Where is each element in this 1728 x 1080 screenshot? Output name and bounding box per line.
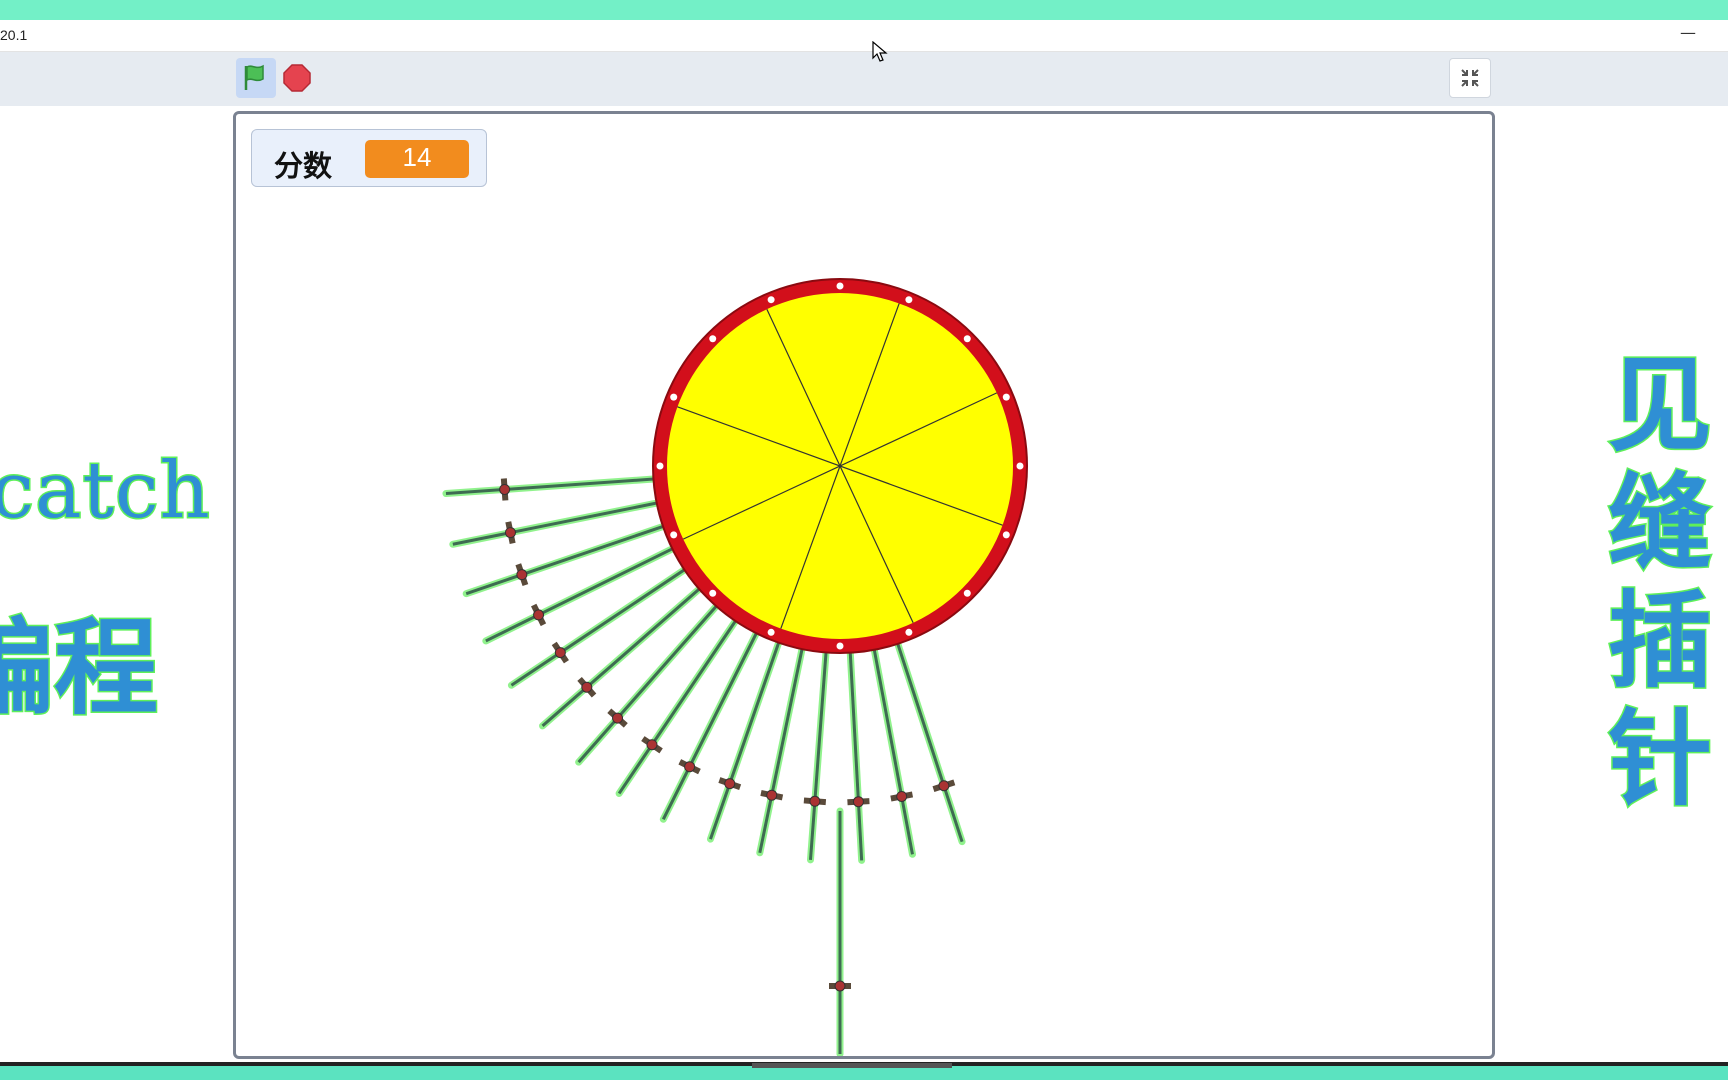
- rim-stud: [905, 628, 913, 636]
- ready-sword: [829, 807, 851, 1056]
- rim-stud: [836, 642, 844, 650]
- exit-fullscreen-button[interactable]: [1449, 58, 1491, 98]
- rim-stud: [767, 296, 775, 304]
- window-titlebar: 20.1 —: [0, 20, 1728, 52]
- rim-stud: [670, 531, 678, 539]
- rim-stud: [963, 589, 971, 597]
- overlay-programming-text: 编程: [0, 606, 160, 731]
- rim-stud: [767, 628, 775, 636]
- minimize-button[interactable]: —: [1678, 25, 1698, 46]
- rim-stud: [905, 296, 913, 304]
- horizontal-scrollbar[interactable]: [752, 1063, 952, 1068]
- rim-stud: [656, 462, 664, 470]
- rim-stud: [1016, 462, 1024, 470]
- rim-stud: [1002, 531, 1010, 539]
- stage-canvas[interactable]: 分数 14: [233, 111, 1495, 1059]
- stop-button[interactable]: [283, 64, 311, 92]
- stuck-sword: [803, 646, 830, 864]
- shrink-arrows-icon: [1461, 69, 1479, 87]
- score-label: 分数: [274, 149, 333, 183]
- stuck-sword: [846, 647, 870, 864]
- score-monitor: 分数 14: [251, 129, 487, 187]
- rim-stud: [709, 335, 717, 343]
- overlay-game-title: 见缝插针: [1606, 344, 1713, 820]
- stuck-sword: [442, 475, 659, 501]
- rim-stud: [1002, 393, 1010, 401]
- rim-stud: [670, 393, 678, 401]
- spinning-target: [652, 278, 1028, 654]
- ready-sword-blade: [829, 807, 851, 1056]
- rim-stud: [709, 589, 717, 597]
- rim-stud: [836, 282, 844, 290]
- stop-sign-icon: [283, 64, 311, 92]
- green-flag-button[interactable]: [236, 58, 276, 98]
- green-flag-icon: [244, 64, 264, 90]
- rim-stud: [963, 335, 971, 343]
- overlay-brand-text: rcatch: [0, 445, 211, 538]
- game-scene: [442, 278, 1028, 1056]
- score-value: 14: [365, 140, 469, 178]
- mouse-cursor-icon: [872, 41, 888, 62]
- window-title: 20.1: [0, 27, 28, 43]
- top-accent-strip: [0, 0, 1728, 20]
